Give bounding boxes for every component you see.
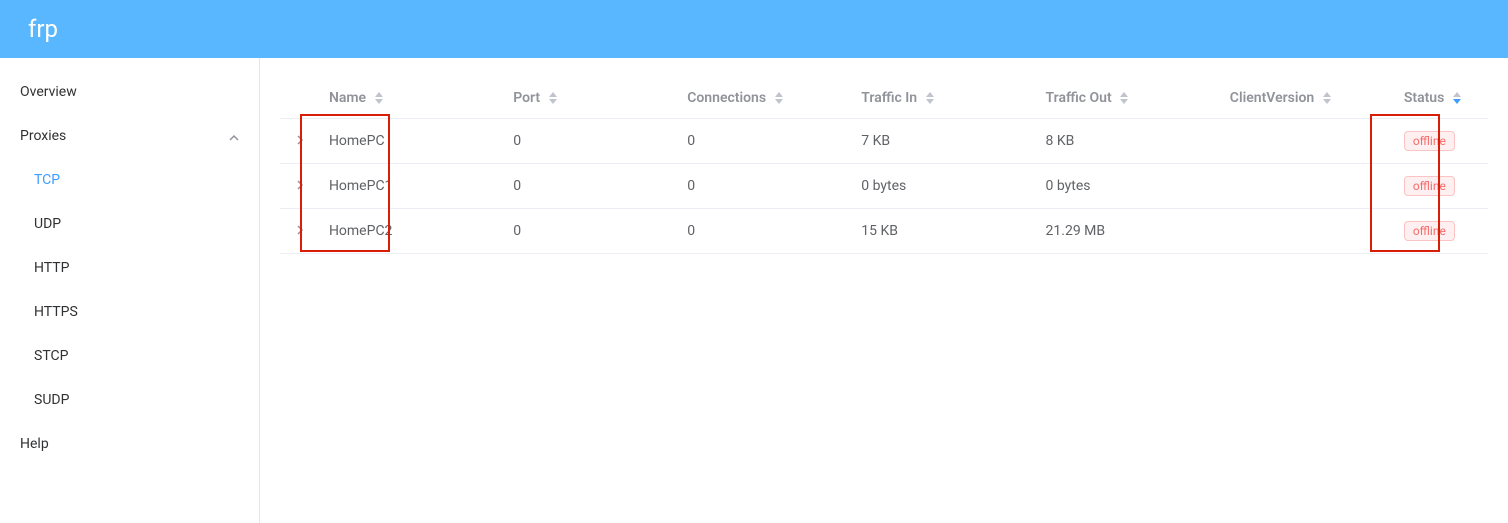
sort-icon [925,92,935,104]
sidebar-tcp-label: TCP [34,172,60,188]
sidebar-proxies-label: Proxies [20,128,66,144]
table-row: HomePC2 0 0 15 KB 21.29 MB offline [280,209,1488,254]
proxies-table: Name Port Connection [280,78,1488,254]
sidebar-help-label: Help [20,436,49,452]
cell-client-version [1222,209,1396,254]
sidebar-subitem-stcp[interactable]: STCP [0,334,259,378]
sort-icon [548,92,558,104]
cell-traffic-in: 7 KB [853,119,1037,164]
sidebar-item-help[interactable]: Help [0,422,259,466]
table-header-status[interactable]: Status [1396,78,1488,119]
sidebar-subitem-sudp[interactable]: SUDP [0,378,259,422]
chevron-right-icon [295,133,305,149]
status-badge: offline [1404,131,1455,151]
main-content: Name Port Connection [260,58,1508,523]
sidebar-overview-label: Overview [20,84,77,100]
th-status-label: Status [1404,90,1444,106]
app-header: frp [0,0,1508,58]
table-header-name[interactable]: Name [321,78,505,119]
th-name-label: Name [329,90,366,106]
sort-icon [774,92,784,104]
th-conn-label: Connections [687,90,766,106]
table-header-traffic-out[interactable]: Traffic Out [1038,78,1222,119]
expand-toggle[interactable] [280,119,321,164]
table-row: HomePC 0 0 7 KB 8 KB offline [280,119,1488,164]
cell-name: HomePC1 [321,164,505,209]
table-header-connections[interactable]: Connections [679,78,853,119]
cell-traffic-out: 21.29 MB [1038,209,1222,254]
cell-status: offline [1396,209,1488,254]
sidebar-sudp-label: SUDP [34,392,69,408]
sidebar-item-proxies[interactable]: Proxies [0,114,259,158]
table-header-expand [280,78,321,119]
app-title: frp [28,15,58,43]
cell-client-version [1222,164,1396,209]
cell-name: HomePC [321,119,505,164]
sidebar-subitem-http[interactable]: HTTP [0,246,259,290]
sort-icon [374,92,384,104]
table-header-client-version[interactable]: ClientVersion [1222,78,1396,119]
cell-port: 0 [505,209,679,254]
table-header-port[interactable]: Port [505,78,679,119]
expand-toggle[interactable] [280,164,321,209]
table-row: HomePC1 0 0 0 bytes 0 bytes offline [280,164,1488,209]
sidebar-item-overview[interactable]: Overview [0,70,259,114]
cell-connections: 0 [679,164,853,209]
sidebar-udp-label: UDP [34,216,61,232]
table-header-traffic-in[interactable]: Traffic In [853,78,1037,119]
th-tout-label: Traffic Out [1046,90,1112,106]
status-badge: offline [1404,221,1455,241]
sidebar-subitem-tcp[interactable]: TCP [0,158,259,202]
sort-icon [1452,92,1462,104]
cell-port: 0 [505,119,679,164]
chevron-right-icon [295,178,305,194]
sidebar-stcp-label: STCP [34,348,68,364]
cell-traffic-out: 8 KB [1038,119,1222,164]
sidebar: Overview Proxies TCP UDP HTTP HTTPS STCP… [0,58,260,523]
cell-traffic-in: 15 KB [853,209,1037,254]
th-tin-label: Traffic In [861,90,917,106]
sort-icon [1322,92,1332,104]
cell-status: offline [1396,164,1488,209]
cell-connections: 0 [679,209,853,254]
sidebar-http-label: HTTP [34,260,69,276]
chevron-up-icon [229,131,239,141]
sidebar-subitem-udp[interactable]: UDP [0,202,259,246]
th-port-label: Port [513,90,540,106]
status-badge: offline [1404,176,1455,196]
cell-name: HomePC2 [321,209,505,254]
cell-traffic-out: 0 bytes [1038,164,1222,209]
expand-toggle[interactable] [280,209,321,254]
cell-status: offline [1396,119,1488,164]
th-ver-label: ClientVersion [1230,90,1314,106]
sidebar-https-label: HTTPS [34,304,78,320]
cell-traffic-in: 0 bytes [853,164,1037,209]
chevron-right-icon [295,223,305,239]
sidebar-subitem-https[interactable]: HTTPS [0,290,259,334]
main-layout: Overview Proxies TCP UDP HTTP HTTPS STCP… [0,58,1508,523]
cell-client-version [1222,119,1396,164]
cell-port: 0 [505,164,679,209]
cell-connections: 0 [679,119,853,164]
sort-icon [1119,92,1129,104]
